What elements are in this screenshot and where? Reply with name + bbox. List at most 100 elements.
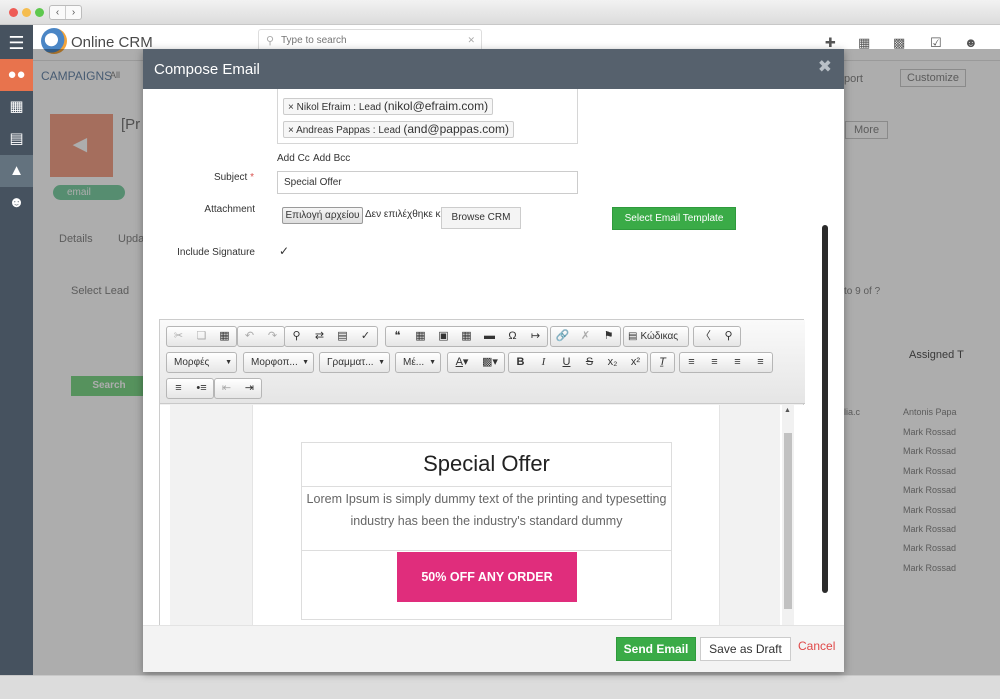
select-all-icon[interactable]: ▤: [331, 327, 354, 346]
browser-nav: ‹ ›: [49, 5, 82, 20]
align-justify-icon[interactable]: ≡: [749, 353, 772, 372]
spellcheck-icon[interactable]: ✓: [354, 327, 377, 346]
scroll-up-icon[interactable]: ▲: [784, 407, 791, 414]
save-draft-button[interactable]: Save as Draft: [700, 637, 791, 661]
paste-icon[interactable]: ▦: [213, 327, 236, 346]
attachment-label: Attachment: [204, 204, 255, 215]
browser-chrome: ‹ ›: [0, 0, 1000, 25]
blockquote-icon[interactable]: ❝: [386, 327, 409, 346]
forward-arrow-icon[interactable]: ›: [65, 6, 81, 19]
back-arrow-icon[interactable]: ‹: [50, 6, 65, 19]
redo-icon[interactable]: ↷: [261, 327, 284, 346]
find-icon[interactable]: ⚲: [285, 327, 308, 346]
page-break-icon[interactable]: ↦: [524, 327, 547, 346]
required-mark: *: [250, 172, 254, 183]
close-icon[interactable]: ✖: [818, 57, 832, 77]
window-close-dot[interactable]: [9, 8, 18, 17]
send-email-button[interactable]: Send Email: [616, 637, 696, 661]
window-maximize-dot[interactable]: [35, 8, 44, 17]
user-menu-icon[interactable]: ☻: [964, 35, 978, 50]
editor-content-area[interactable]: Special Offer Lorem Ipsum is simply dumm…: [160, 405, 805, 625]
text-color-icon[interactable]: A▾: [448, 353, 476, 372]
subscript-icon[interactable]: x₂: [601, 353, 624, 372]
size-dropdown[interactable]: Μέ... ▼: [395, 352, 441, 373]
template-body[interactable]: Lorem Ipsum is simply dummy text of the …: [302, 487, 671, 551]
table-icon[interactable]: ▦: [455, 327, 478, 346]
bg-color-icon[interactable]: ▩▾: [476, 353, 504, 372]
templates-icon[interactable]: 〈: [694, 327, 717, 346]
undo-icon[interactable]: ↶: [238, 327, 261, 346]
align-center-icon[interactable]: ≡: [703, 353, 726, 372]
source-button[interactable]: ▤ Κώδικας: [623, 326, 689, 347]
underline-icon[interactable]: U: [555, 353, 578, 372]
choose-file-button[interactable]: Επιλογή αρχείου: [282, 207, 363, 224]
add-cc-link[interactable]: Add Cc: [277, 153, 310, 164]
font-dropdown[interactable]: Γραμματ... ▼: [319, 352, 390, 373]
remove-format-icon[interactable]: Ṯ: [651, 353, 674, 372]
copy-icon[interactable]: ❏: [190, 327, 213, 346]
recipient-name: Andreas Pappas : Lead: [296, 125, 401, 136]
superscript-icon[interactable]: x²: [624, 353, 647, 372]
megaphone-icon[interactable]: ▲: [0, 155, 33, 187]
cut-icon[interactable]: ✂: [167, 327, 190, 346]
building-icon[interactable]: ▦: [0, 91, 33, 123]
styles-dropdown[interactable]: Μορφές ▼: [166, 352, 237, 373]
bold-icon[interactable]: B: [509, 353, 532, 372]
removeformat-group: Ṯ: [650, 352, 675, 373]
id-card-icon[interactable]: ▤: [0, 123, 33, 155]
recipient-chip[interactable]: × Andreas Pappas : Lead (and@pappas.com): [283, 121, 514, 138]
hr-icon[interactable]: ▬: [478, 327, 501, 346]
modal-scroll-thumb[interactable]: [822, 225, 828, 593]
link-icon[interactable]: 🔗: [551, 327, 574, 346]
format-dropdown[interactable]: Μορφοπ... ▼: [243, 352, 314, 373]
source-label: Κώδικας: [640, 331, 679, 342]
template-heading[interactable]: Special Offer: [302, 443, 671, 487]
div-icon[interactable]: ▦: [409, 327, 432, 346]
replace-icon[interactable]: ⇄: [308, 327, 331, 346]
subject-input[interactable]: Special Offer: [277, 171, 578, 194]
editor-scrollbar[interactable]: ▲ ▼: [782, 405, 794, 625]
search-icon: ⚲: [266, 35, 275, 47]
italic-icon[interactable]: I: [532, 353, 555, 372]
align-right-icon[interactable]: ≡: [726, 353, 749, 372]
basicstyles-group: B I U S x₂ x²: [508, 352, 648, 373]
editor-scroll-thumb[interactable]: [784, 433, 792, 609]
cancel-link[interactable]: Cancel: [798, 639, 835, 653]
hamburger-menu-icon[interactable]: ☰: [0, 27, 33, 59]
recipient-chip[interactable]: × Nikol Efraim : Lead (nikol@efraim.com): [283, 98, 494, 115]
unlink-icon[interactable]: ✗: [574, 327, 597, 346]
template-cta-button[interactable]: 50% OFF ANY ORDER: [397, 552, 577, 602]
outdent-icon[interactable]: ⇤: [215, 379, 238, 398]
recipient-email: (and@pappas.com): [403, 122, 509, 136]
strike-icon[interactable]: S: [578, 353, 601, 372]
template-group: 〈 ⚲: [693, 326, 741, 347]
email-template[interactable]: Special Offer Lorem Ipsum is simply dumm…: [301, 442, 672, 620]
preview-icon[interactable]: ⚲: [717, 327, 740, 346]
add-bcc-link[interactable]: Add Bcc: [313, 153, 350, 164]
select-template-button[interactable]: Select Email Template: [612, 207, 736, 230]
remove-recipient-icon[interactable]: ×: [288, 102, 294, 113]
remove-recipient-icon[interactable]: ×: [288, 125, 294, 136]
anchor-icon[interactable]: ⚑: [597, 327, 620, 346]
recipients-field[interactable]: × Nikol Efraim : Lead (nikol@efraim.com)…: [277, 89, 578, 144]
special-char-icon[interactable]: Ω: [501, 327, 524, 346]
color-group: A▾ ▩▾: [447, 352, 505, 373]
compose-email-modal: Compose Email ✖ × Nikol Efraim : Lead (n…: [143, 49, 844, 672]
align-left-icon[interactable]: ≡: [680, 353, 703, 372]
contacts-group-icon[interactable]: ●●: [0, 59, 33, 91]
browse-crm-button[interactable]: Browse CRM: [441, 207, 521, 229]
subject-label: Subject *: [213, 172, 254, 183]
search-input[interactable]: [281, 35, 451, 46]
signature-checkbox[interactable]: ✓: [279, 244, 289, 258]
clear-icon[interactable]: ✕: [467, 35, 475, 46]
recipient-name: Nikol Efraim : Lead: [296, 102, 382, 113]
indent-group: ⇤ ⇥: [214, 378, 262, 399]
align-group: ≡ ≡ ≡ ≡: [679, 352, 773, 373]
indent-icon[interactable]: ⇥: [238, 379, 261, 398]
bulleted-list-icon[interactable]: •≡: [190, 379, 213, 398]
user-icon[interactable]: ☻: [0, 187, 33, 219]
image-icon[interactable]: ▣: [432, 327, 455, 346]
no-file-text: Δεν επιλέχθηκε κ: [365, 209, 441, 220]
window-minimize-dot[interactable]: [22, 8, 31, 17]
numbered-list-icon[interactable]: ≡: [167, 379, 190, 398]
